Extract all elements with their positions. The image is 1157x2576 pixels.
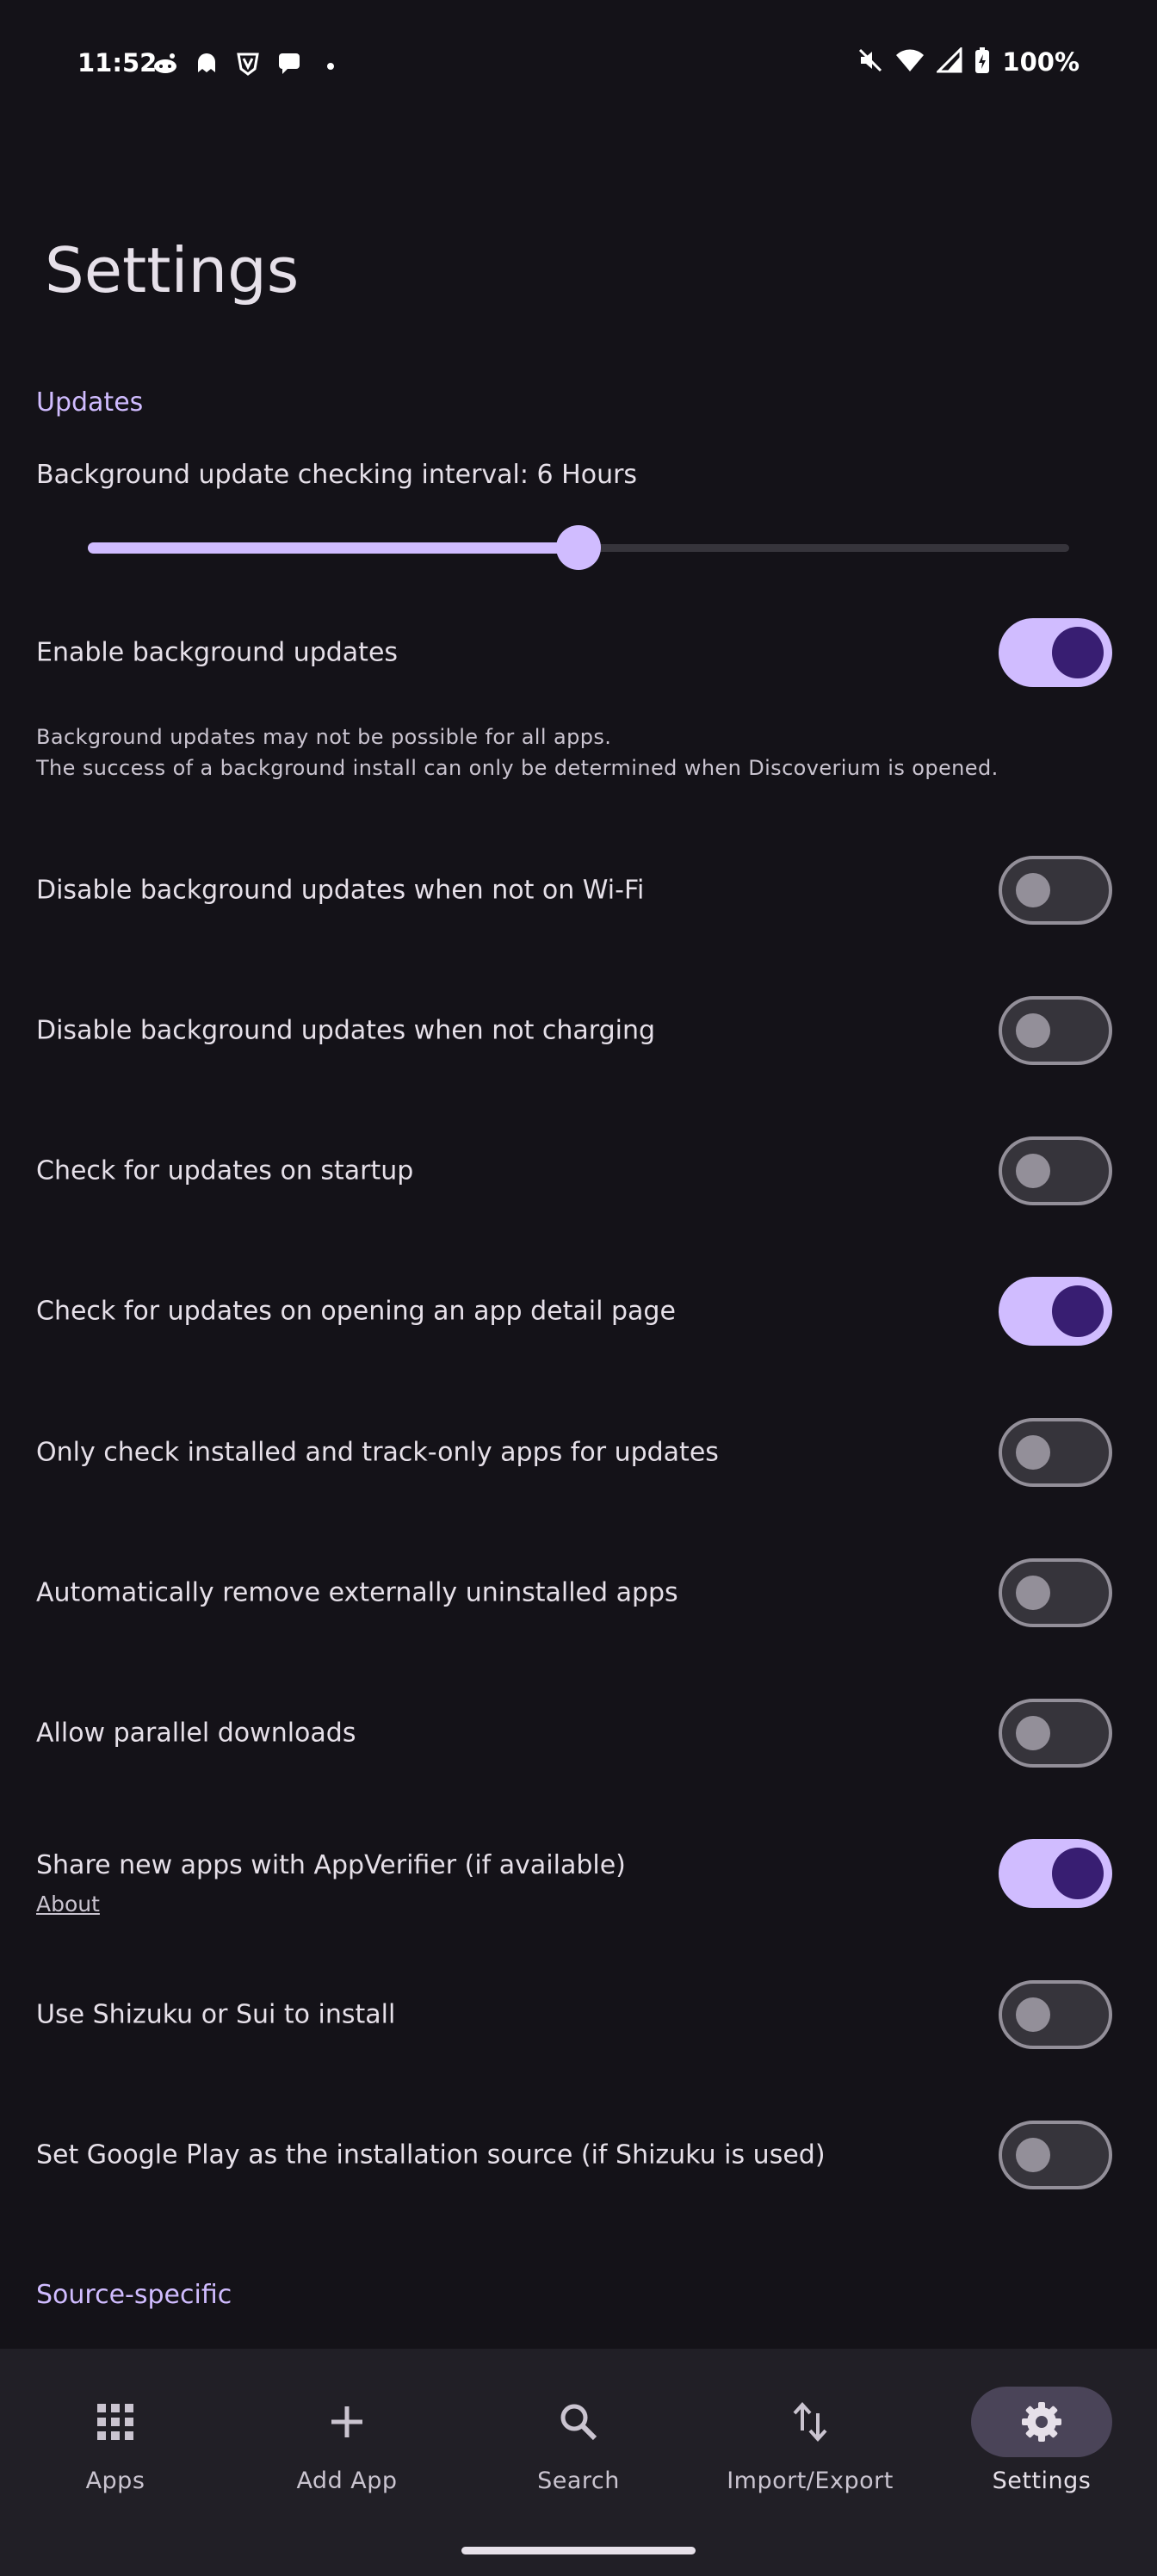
setting-row-appverifier[interactable]: Share new apps with AppVerifier (if avai…	[0, 1826, 1157, 1921]
setting-row-remove-uninstalled[interactable]: Automatically remove externally uninstal…	[0, 1545, 1157, 1640]
search-icon	[543, 2387, 614, 2457]
setting-label: Set Google Play as the installation sour…	[36, 2139, 826, 2170]
slider-thumb[interactable]	[556, 525, 601, 570]
wifi-icon	[895, 47, 925, 77]
slider-active-track	[88, 542, 578, 554]
toggle-knob	[1016, 1997, 1050, 2032]
battery-charging-icon	[974, 46, 990, 77]
page-title: Settings	[45, 234, 300, 307]
bottom-navigation: Apps Add App Search Import/Export Settin…	[0, 2349, 1157, 2576]
dot-icon	[315, 52, 346, 77]
shield-v-icon	[232, 52, 263, 77]
nav-settings[interactable]: Settings	[947, 2383, 1136, 2512]
setting-label: Enable background updates	[36, 637, 399, 668]
setting-row-wifi-only[interactable]: Disable background updates when not on W…	[0, 843, 1157, 938]
home-indicator[interactable]	[461, 2547, 696, 2554]
status-bar: 11:52 100%	[0, 0, 1157, 129]
gear-icon	[1006, 2387, 1077, 2457]
signal-icon	[935, 46, 962, 77]
toggle-knob	[1052, 627, 1104, 678]
setting-label: Automatically remove externally uninstal…	[36, 1577, 678, 1608]
check-on-detail-page-toggle[interactable]	[999, 1277, 1112, 1346]
helper-line: The success of a background install can …	[36, 756, 999, 780]
notification-icons	[150, 52, 346, 77]
setting-label: Use Shizuku or Sui to install	[36, 1999, 396, 2030]
setting-label: Only check installed and track-only apps…	[36, 1437, 719, 1468]
update-interval-slider[interactable]	[88, 525, 1069, 570]
nav-import-export[interactable]: Import/Export	[715, 2383, 905, 2512]
helper-line: Background updates may not be possible f…	[36, 725, 612, 749]
setting-label: Check for updates on opening an app deta…	[36, 1296, 676, 1327]
setting-label: Disable background updates when not on W…	[36, 875, 645, 906]
nav-search[interactable]: Search	[484, 2383, 673, 2512]
section-header-source-specific: Source-specific	[36, 2280, 232, 2310]
wifi-only-toggle[interactable]	[999, 856, 1112, 925]
background-updates-helper-text: Background updates may not be possible f…	[36, 721, 999, 783]
grid-icon	[80, 2387, 151, 2457]
toggle-knob	[1016, 2138, 1050, 2172]
setting-row-check-on-startup[interactable]: Check for updates on startup	[0, 1124, 1157, 1218]
ghost-icon	[191, 52, 222, 77]
import-export-icon	[775, 2387, 845, 2457]
plus-icon	[312, 2387, 382, 2457]
nav-label: Apps	[85, 2468, 145, 2494]
about-link[interactable]: About	[36, 1892, 100, 1917]
section-header-updates: Updates	[36, 387, 144, 418]
charging-only-toggle[interactable]	[999, 996, 1112, 1065]
toggle-knob	[1016, 1716, 1050, 1750]
mute-icon	[857, 47, 883, 77]
setting-row-installed-only[interactable]: Only check installed and track-only apps…	[0, 1405, 1157, 1500]
google-play-source-toggle[interactable]	[999, 2121, 1112, 2189]
check-on-startup-toggle[interactable]	[999, 1136, 1112, 1205]
remove-uninstalled-toggle[interactable]	[999, 1558, 1112, 1627]
setting-row-shizuku[interactable]: Use Shizuku or Sui to install	[0, 1967, 1157, 2062]
toggle-knob	[1052, 1285, 1104, 1337]
nav-add-app[interactable]: Add App	[252, 2383, 442, 2512]
nav-label: Settings	[992, 2468, 1092, 2494]
setting-label: Allow parallel downloads	[36, 1718, 356, 1749]
setting-row-google-play-source[interactable]: Set Google Play as the installation sour…	[0, 2108, 1157, 2202]
setting-label: Disable background updates when not char…	[36, 1015, 656, 1046]
toggle-knob	[1052, 1848, 1104, 1899]
appverifier-toggle[interactable]	[999, 1839, 1112, 1908]
installed-only-toggle[interactable]	[999, 1418, 1112, 1487]
parallel-downloads-toggle[interactable]	[999, 1699, 1112, 1768]
toggle-knob	[1016, 1576, 1050, 1610]
nav-label: Add App	[296, 2468, 398, 2494]
toggle-knob	[1016, 1013, 1050, 1048]
reddit-icon	[150, 52, 181, 77]
setting-row-charging-only[interactable]: Disable background updates when not char…	[0, 983, 1157, 1078]
message-icon	[274, 52, 305, 77]
nav-label: Import/Export	[727, 2468, 894, 2494]
toggle-knob	[1016, 1154, 1050, 1188]
update-interval-label: Background update checking interval: 6 H…	[36, 460, 638, 490]
toggle-knob	[1016, 1435, 1050, 1470]
nav-apps[interactable]: Apps	[21, 2383, 210, 2512]
setting-row-parallel-downloads[interactable]: Allow parallel downloads	[0, 1686, 1157, 1780]
setting-label: Share new apps with AppVerifier (if avai…	[36, 1850, 626, 1880]
setting-label: Check for updates on startup	[36, 1155, 414, 1186]
setting-row-check-on-detail-page[interactable]: Check for updates on opening an app deta…	[0, 1264, 1157, 1359]
shizuku-toggle[interactable]	[999, 1980, 1112, 2049]
toggle-knob	[1016, 873, 1050, 907]
nav-label: Search	[537, 2468, 620, 2494]
status-time: 11:52	[77, 48, 158, 77]
battery-percent: 100%	[1002, 47, 1080, 77]
setting-row-enable-background-updates[interactable]: Enable background updates	[0, 605, 1157, 700]
enable-background-updates-toggle[interactable]	[999, 618, 1112, 687]
